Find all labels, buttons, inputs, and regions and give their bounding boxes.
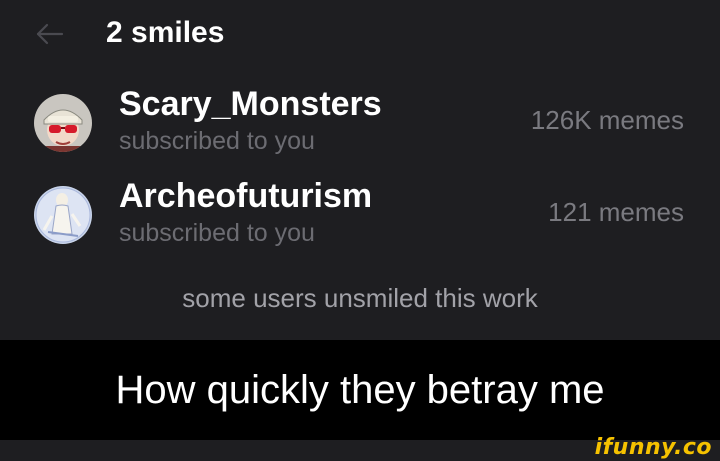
memes-count: 121 memes xyxy=(548,197,684,227)
page-title: 2 smiles xyxy=(106,16,225,49)
avatar[interactable] xyxy=(34,94,92,152)
username[interactable]: Scary_Monsters xyxy=(119,84,382,124)
caption-bar: How quickly they betray me xyxy=(0,340,720,440)
username[interactable]: Archeofuturism xyxy=(119,176,372,216)
unsmiled-note: some users unsmiled this work xyxy=(182,283,538,313)
avatar[interactable] xyxy=(34,186,92,244)
memes-count: 126K memes xyxy=(530,105,684,135)
smiles-screen: 2 smiles Scary_Monsters subscribed to yo… xyxy=(0,0,720,340)
subscription-status: subscribed to you xyxy=(119,219,315,247)
ifunny-watermark: ifunny.co xyxy=(594,435,712,460)
user-row-archeofuturism[interactable]: Archeofuturism subscribed to you 121 mem… xyxy=(0,176,720,262)
subscription-status: subscribed to you xyxy=(119,127,315,155)
user-row-scary-monsters[interactable]: Scary_Monsters subscribed to you 126K me… xyxy=(0,84,720,170)
meme-caption: How quickly they betray me xyxy=(115,368,605,412)
back-arrow-icon[interactable] xyxy=(30,14,70,54)
